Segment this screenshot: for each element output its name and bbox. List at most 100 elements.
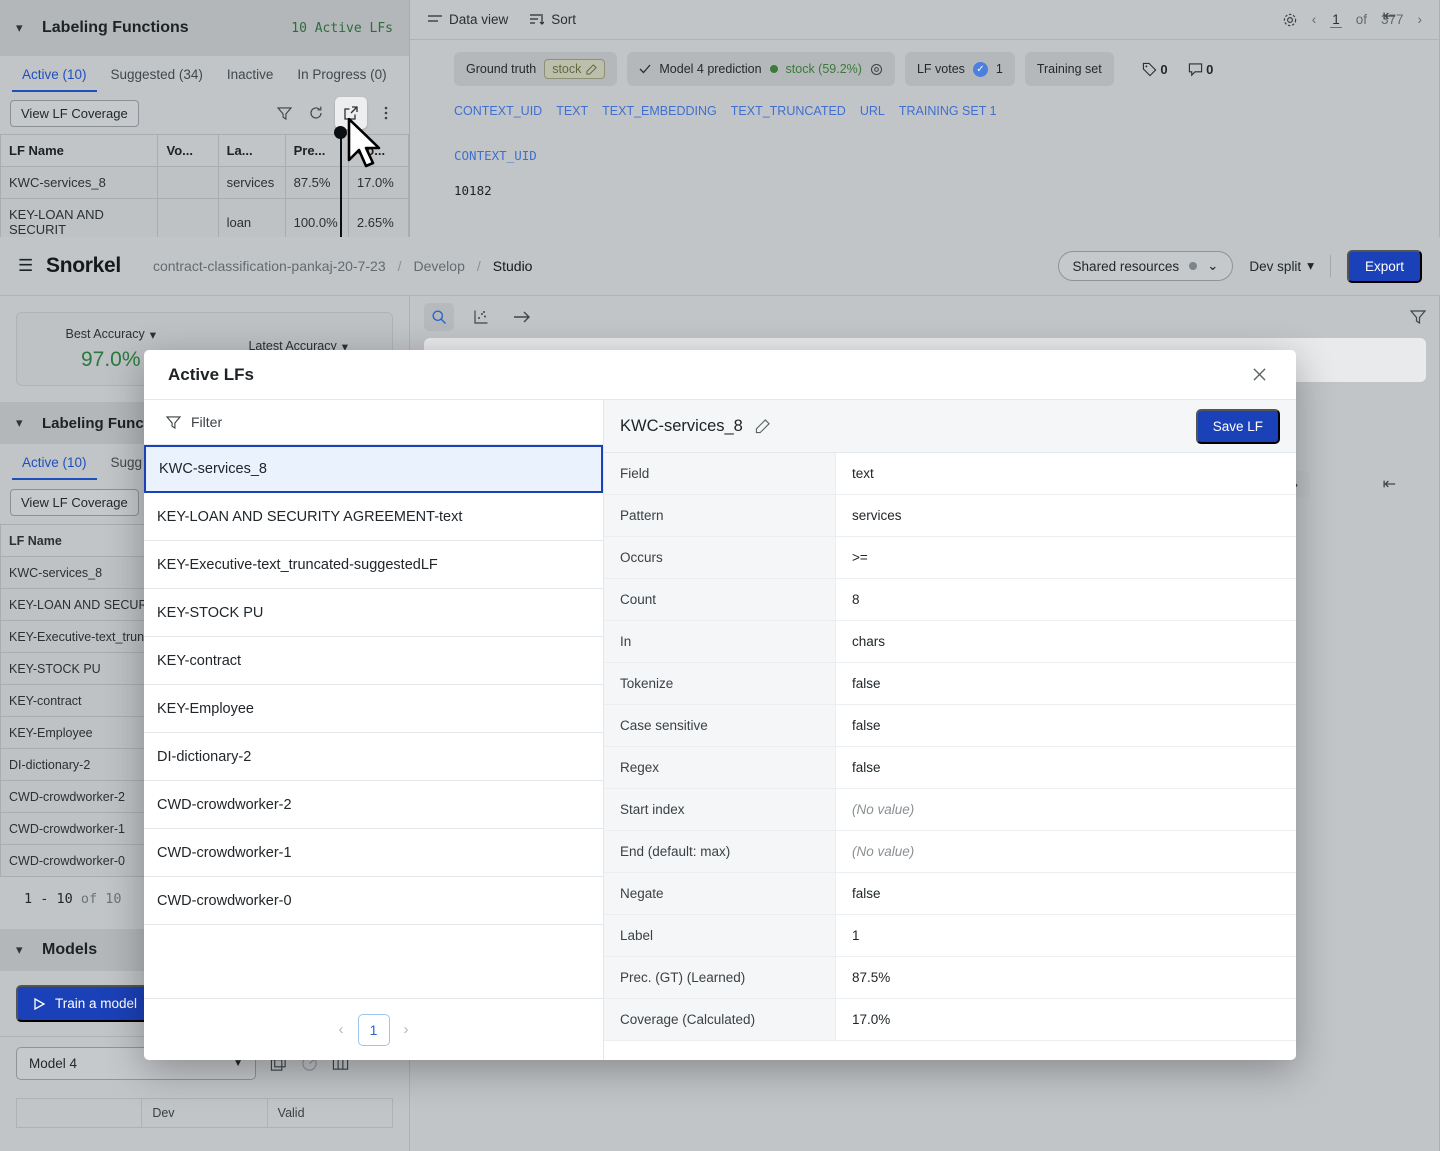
detail-value[interactable]: >= [836, 537, 1296, 578]
dev-split-select[interactable]: Dev split ▾ [1249, 258, 1314, 274]
tag-count-group[interactable]: 0 [1142, 62, 1168, 77]
lf-detail-rows: Field text Pattern services Occurs >= Co… [604, 453, 1296, 1060]
col-precision: Pre... [284, 134, 349, 167]
search-icon[interactable] [424, 303, 454, 331]
close-icon[interactable] [1246, 362, 1272, 388]
export-button[interactable]: Export [1346, 249, 1422, 283]
list-item[interactable]: KEY-contract [144, 637, 603, 685]
prediction-dot-icon [769, 65, 778, 73]
sidebar-tab-active[interactable]: Active (10) [10, 444, 99, 480]
detail-row: Label 1 [604, 915, 1296, 957]
table-row[interactable]: KEY-LOAN AND SECURIT loan 100.0% 2.65% [0, 198, 409, 237]
breadcrumb-separator: / [397, 258, 402, 274]
current-page[interactable]: 1 [1330, 12, 1342, 28]
metrics-col-dev: Dev [142, 1099, 268, 1127]
hamburger-menu-icon[interactable]: ☰ [18, 256, 40, 276]
detail-value[interactable]: false [836, 705, 1296, 746]
list-item[interactable]: DI-dictionary-2 [144, 733, 603, 781]
detail-value[interactable]: 1 [836, 915, 1296, 956]
list-item[interactable]: CWD-crowdworker-1 [144, 829, 603, 877]
detail-value[interactable]: (No value) [836, 831, 1296, 872]
shared-resources-label: Shared resources [1072, 258, 1180, 274]
gear-icon[interactable] [1282, 12, 1298, 28]
detail-key: Case sensitive [604, 705, 836, 746]
tab-suggested[interactable]: Suggested (34) [99, 56, 215, 92]
train-a-model-button[interactable]: Train a model [16, 985, 156, 1022]
best-accuracy-label-group[interactable]: Best Accuracy ▾ [66, 327, 156, 342]
filter-row[interactable]: Filter [144, 400, 603, 445]
detail-value[interactable]: false [836, 663, 1296, 704]
metrics-col-valid: Valid [277, 1106, 305, 1120]
list-item[interactable]: KWC-services_8 [144, 445, 603, 493]
list-item[interactable]: CWD-crowdworker-0 [144, 877, 603, 925]
cell-precision: 100.0% [284, 198, 349, 237]
comment-count: 0 [1206, 61, 1214, 77]
field-link-text-embedding[interactable]: TEXT_EMBEDDING [602, 104, 717, 118]
detail-row: Regex false [604, 747, 1296, 789]
list-item[interactable]: CWD-crowdworker-2 [144, 781, 603, 829]
breadcrumb-project[interactable]: contract-classification-pankaj-20-7-23 [153, 258, 386, 274]
scatter-plot-icon[interactable] [466, 303, 496, 331]
filter-icon[interactable] [1410, 309, 1426, 325]
detail-value[interactable]: text [836, 453, 1296, 494]
field-link-text[interactable]: TEXT [556, 104, 588, 118]
prev-page-icon[interactable]: ‹ [1312, 12, 1317, 27]
detail-value[interactable]: false [836, 747, 1296, 788]
page-of-label: of [1355, 12, 1367, 27]
tab-inactive[interactable]: Inactive [215, 56, 286, 92]
chevron-down-icon[interactable]: ▾ [16, 415, 32, 431]
field-link-url[interactable]: URL [860, 104, 885, 118]
eye-icon [870, 63, 882, 75]
ground-truth-chip[interactable]: Ground truth stock [454, 52, 618, 86]
field-link-training-set-1[interactable]: TRAINING SET 1 [899, 104, 997, 118]
breadcrumb-develop[interactable]: Develop [414, 258, 465, 274]
tab-active[interactable]: Active (10) [10, 56, 99, 92]
detail-value[interactable]: 8 [836, 579, 1296, 620]
detail-value[interactable]: chars [836, 621, 1296, 662]
comment-count-group[interactable]: 0 [1188, 61, 1214, 77]
shared-resources-select[interactable]: Shared resources ⌄ [1057, 251, 1234, 281]
field-link-text-truncated[interactable]: TEXT_TRUNCATED [731, 104, 846, 118]
detail-value[interactable]: false [836, 873, 1296, 914]
data-view-button[interactable]: Data view [428, 12, 508, 27]
pencil-icon [586, 63, 598, 75]
detail-value: 17.0% [852, 1012, 891, 1027]
next-page-icon[interactable]: › [404, 1021, 409, 1038]
lf-list-panel: Filter KWC-services_8 KEY-LOAN AND SECUR… [144, 400, 604, 1060]
save-lf-button[interactable]: Save LF [1195, 408, 1280, 444]
breadcrumb: contract-classification-pankaj-20-7-23 /… [153, 258, 533, 274]
lf-votes-badge-icon: ✓ [972, 61, 988, 77]
chevron-down-icon[interactable]: ▾ [16, 942, 32, 958]
view-lf-coverage-button[interactable]: View LF Coverage [10, 99, 139, 127]
field-link-context-uid[interactable]: CONTEXT_UID [454, 104, 542, 118]
filter-icon[interactable] [271, 100, 297, 126]
detail-key: Field [604, 453, 836, 494]
modal-title: Active LFs [168, 364, 254, 384]
detail-value[interactable]: (No value) [836, 789, 1296, 830]
arrow-right-icon[interactable] [508, 303, 538, 331]
chevron-down-icon[interactable]: ▾ [16, 20, 32, 36]
sidebar-view-lf-coverage-button[interactable]: View LF Coverage [10, 488, 139, 516]
collapse-panel-icon[interactable]: ⇤ [1383, 6, 1396, 26]
collapse-panel-icon[interactable]: ⇤ [1383, 474, 1396, 494]
detail-value[interactable]: services [836, 495, 1296, 536]
list-item[interactable]: KEY-STOCK PU [144, 589, 603, 637]
callout-lf-tabs: Active (10) Suggested (34) Inactive In P… [0, 56, 409, 92]
prev-page-icon[interactable]: ‹ [339, 1021, 344, 1038]
list-item[interactable]: KEY-Employee [144, 685, 603, 733]
tab-in-progress[interactable]: In Progress (0) [285, 56, 398, 92]
lf-detail-panel: KWC-services_8 Save LF Field text Patter… [604, 400, 1296, 1060]
table-row[interactable]: KWC-services_8 services 87.5% 17.0% [0, 166, 409, 199]
sort-button[interactable]: Sort [530, 12, 576, 27]
training-set-chip[interactable]: Training set [1024, 52, 1114, 86]
list-item[interactable]: KEY-LOAN AND SECURITY AGREEMENT-text [144, 493, 603, 541]
model-prediction-chip[interactable]: Model 4 prediction stock (59.2%) [627, 52, 895, 86]
next-page-icon[interactable]: › [1418, 12, 1423, 27]
ground-truth-value[interactable]: stock [544, 59, 606, 79]
train-a-model-label: Train a model [55, 996, 138, 1011]
pencil-icon[interactable] [755, 418, 770, 434]
list-item[interactable]: KEY-Executive-text_truncated-suggestedLF [144, 541, 603, 589]
lf-votes-chip[interactable]: LF votes ✓ 1 [904, 52, 1015, 86]
refresh-icon[interactable] [303, 100, 329, 126]
page-number-1[interactable]: 1 [357, 1013, 390, 1046]
